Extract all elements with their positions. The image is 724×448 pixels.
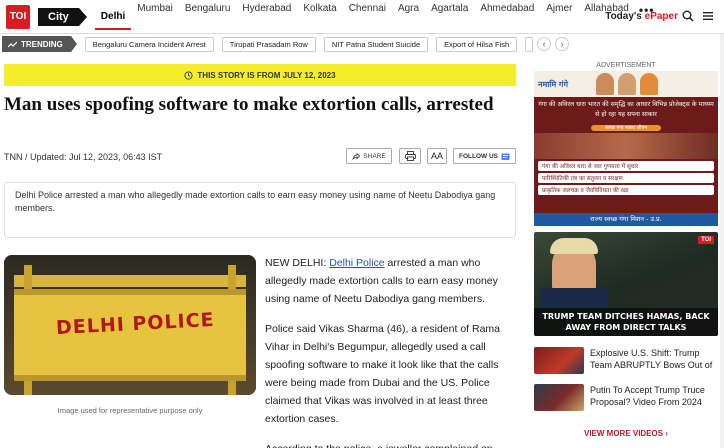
search-icon[interactable] xyxy=(682,10,694,22)
toi-video-badge: TOI xyxy=(698,236,714,244)
delhi-police-link[interactable]: Delhi Police xyxy=(329,257,384,269)
nav-item-kolkata[interactable]: Kolkata xyxy=(297,3,342,30)
printer-icon xyxy=(404,151,416,161)
suit-silhouette xyxy=(540,288,608,308)
epaper-link[interactable]: Today's ePaper xyxy=(605,11,678,22)
article-headline: Man uses spoofing software to make extor… xyxy=(4,94,494,115)
article-summary: Delhi Police arrested a man who allegedl… xyxy=(4,182,516,238)
video-title: Explosive U.S. Shift: Trump Team ABRUPTL… xyxy=(590,348,713,370)
ad-portraits xyxy=(595,73,658,95)
google-news-icon xyxy=(501,153,510,160)
nav-item-ahmedabad[interactable]: Ahmedabad xyxy=(474,3,540,30)
trending-pill[interactable]: Tirupati Prasadam Row xyxy=(221,36,316,52)
dateline: NEW DELHI: xyxy=(265,257,330,269)
featured-video-card[interactable]: TOI TRUMP TEAM DITCHES HAMAS, BACK AWAY … xyxy=(534,232,718,336)
advertisement-label: ADVERTISEMENT xyxy=(596,62,656,69)
nav-item-ajmer[interactable]: Ajmer xyxy=(540,3,578,30)
hair-silhouette xyxy=(550,238,598,254)
trending-next-button[interactable]: › xyxy=(555,37,570,51)
advertisement-banner[interactable]: नमामि गंगे गंगा की अविरल धारा भारत की सम… xyxy=(534,71,718,226)
city-tab[interactable]: City xyxy=(38,7,87,26)
ad-points: गंगा की अविरल धारा से जल गुणवत्ता में सु… xyxy=(534,161,718,195)
nav-item-chennai[interactable]: Chennai xyxy=(343,3,392,30)
article-paragraph: According to the police, a jeweller comp… xyxy=(265,440,516,448)
epaper-word: ePaper xyxy=(644,11,678,22)
video-thumbnail xyxy=(534,347,584,374)
share-icon xyxy=(352,152,361,160)
ad-image-strip xyxy=(534,133,718,159)
ad-point: प्राकृतिक जलचक्र व जैवविविधता की रक्षा xyxy=(538,185,714,195)
chevron-right-icon: › xyxy=(665,429,669,438)
ad-footer: राज्य स्वच्छ गंगा मिशन - उ.प्र. xyxy=(534,213,718,226)
article-body: NEW DELHI: Delhi Police arrested a man w… xyxy=(265,254,516,448)
ad-point: पारिस्थितिकी तंत्र का संतुलन व संरक्षण xyxy=(538,173,714,183)
ad-headline: गंगा की अविरल धारा भारत की समृद्धि का आध… xyxy=(538,101,714,118)
toi-logo[interactable]: TOI xyxy=(6,4,30,29)
article-byline: TNN / Updated: Jul 12, 2023, 06:43 IST xyxy=(4,152,163,162)
trending-label: TRENDING xyxy=(2,36,77,52)
video-list-item[interactable]: Explosive U.S. Shift: Trump Team ABRUPTL… xyxy=(534,347,718,377)
nav-item-mumbai[interactable]: Mumbai xyxy=(131,3,179,30)
nav-item-bengaluru[interactable]: Bengaluru xyxy=(179,3,237,30)
image-caption: Image used for representative purpose on… xyxy=(57,406,203,415)
hamburger-menu-icon[interactable] xyxy=(702,10,714,22)
trending-bar: TRENDING Bengaluru Camera Incident Arres… xyxy=(0,34,724,54)
nav-item-agra[interactable]: Agra xyxy=(392,3,425,30)
trending-pill[interactable]: NIT Patna Student Suicide xyxy=(323,36,429,52)
trending-pill-overflow[interactable] xyxy=(525,36,534,52)
trending-label-text: TRENDING xyxy=(21,39,63,49)
view-more-videos-link[interactable]: VIEW MORE VIDEOS › xyxy=(534,429,718,438)
nav-item-hyderabad[interactable]: Hyderabad xyxy=(236,3,297,30)
article-paragraph: NEW DELHI: Delhi Police arrested a man w… xyxy=(265,254,516,308)
share-label: SHARE xyxy=(363,152,386,160)
page-scrollbar[interactable] xyxy=(720,34,724,448)
namami-gange-logo: नमामि गंगे xyxy=(538,79,568,89)
article-hero-image: DELHI POLICE xyxy=(4,255,256,395)
video-list-item[interactable]: Putin To Accept Trump Truce Proposal? Vi… xyxy=(534,384,718,414)
history-clock-icon xyxy=(184,70,193,80)
city-nav: Delhi Mumbai Bengaluru Hyderabad Kolkata… xyxy=(94,3,655,30)
print-button[interactable] xyxy=(399,148,421,164)
story-date-text: THIS STORY IS FROM JULY 12, 2023 xyxy=(197,70,336,80)
chevron-left-icon: ‹ xyxy=(542,39,546,49)
nav-item-agartala[interactable]: Agartala xyxy=(425,3,474,30)
nav-item-delhi[interactable]: Delhi xyxy=(94,11,132,30)
follow-us-button[interactable]: FOLLOW US xyxy=(453,148,516,164)
chevron-right-icon: › xyxy=(560,39,564,49)
portrait-photo xyxy=(617,73,636,95)
trending-icon xyxy=(8,41,17,47)
portrait-photo xyxy=(595,73,614,95)
font-size-button[interactable]: AA xyxy=(427,148,447,164)
trending-pill[interactable]: Bengaluru Camera Incident Arrest xyxy=(84,36,214,52)
follow-us-label: FOLLOW US xyxy=(459,152,498,160)
article-paragraph: Police said Vikas Sharma (46), a residen… xyxy=(265,323,500,425)
story-date-banner: THIS STORY IS FROM JULY 12, 2023 xyxy=(4,64,516,86)
view-more-label: VIEW MORE VIDEOS xyxy=(583,429,664,438)
portrait-photo xyxy=(639,73,658,95)
ad-subtitle: स्वच्छ गंगा स्वस्थ जीवन xyxy=(591,125,661,131)
video-title: Putin To Accept Trump Truce Proposal? Vi… xyxy=(590,385,705,407)
trending-prev-button[interactable]: ‹ xyxy=(537,37,552,51)
video-thumbnail xyxy=(534,384,584,411)
ad-header: नमामि गंगे xyxy=(534,71,718,97)
top-navigation: TOI City Delhi Mumbai Bengaluru Hyderaba… xyxy=(0,0,724,34)
video-headline: TRUMP TEAM DITCHES HAMAS, BACK AWAY FROM… xyxy=(534,308,718,336)
trending-pill[interactable]: Export of Hilsa Fish xyxy=(436,36,518,52)
ad-point: गंगा की अविरल धारा से जल गुणवत्ता में सु… xyxy=(538,161,714,171)
epaper-prefix: Today's xyxy=(605,11,645,22)
share-button[interactable]: SHARE xyxy=(346,148,392,164)
